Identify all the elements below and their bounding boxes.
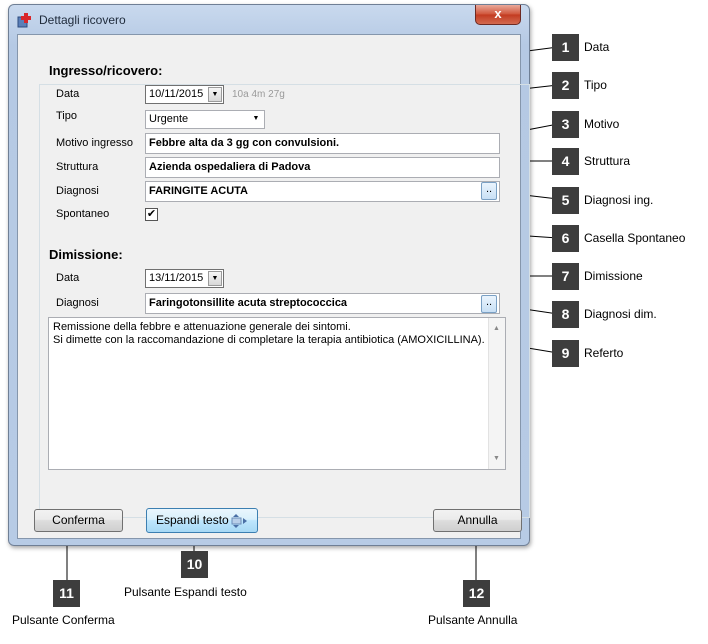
admission-reason-label: Motivo ingresso (56, 137, 134, 149)
chevron-down-icon[interactable]: ▼ (208, 271, 222, 286)
callout-label: Diagnosi dim. (584, 307, 657, 321)
callout-label: Motivo (584, 117, 620, 131)
facility-label: Struttura (56, 161, 99, 173)
cancel-button[interactable]: Annulla (433, 509, 522, 532)
facility-input[interactable]: Azienda ospedaliera di Padova (145, 157, 500, 178)
discharge-date-label: Data (56, 272, 80, 284)
callout-badge: 6 (552, 225, 579, 252)
dialog-client-area: Ingresso/ricovero: Data 10/11/2015 ▼ 10a… (17, 34, 530, 539)
close-button[interactable]: x (475, 5, 521, 25)
report-line: Remissione della febbre e attenuazione g… (53, 321, 351, 333)
admission-section-title: Ingresso/ricovero: (49, 63, 163, 78)
callout-label: Referto (584, 346, 624, 360)
admission-diagnosis-input[interactable]: FARINGITE ACUTA (145, 181, 500, 202)
discharge-section-title: Dimissione: (49, 247, 123, 262)
admission-type-value: Urgente (149, 113, 189, 125)
checkmark-icon: ✔ (146, 208, 157, 220)
discharge-diagnosis-label: Diagnosi (56, 297, 99, 309)
spontaneous-label: Spontaneo (56, 208, 110, 220)
callout-badge: 9 (552, 340, 579, 367)
discharge-diagnosis-lookup-button[interactable]: .. (481, 295, 497, 313)
callout-badge: 10 (181, 551, 208, 578)
admission-reason-input[interactable]: Febbre alta da 3 gg con convulsioni. (145, 133, 500, 154)
hospital-record-icon (17, 13, 31, 28)
callout-label: Data (584, 40, 610, 54)
callout-badge: 1 (552, 34, 579, 61)
report-line: Si dimette con la raccomandazione di com… (53, 334, 485, 346)
callout-label: Casella Spontaneo (584, 231, 686, 245)
admission-type-label: Tipo (56, 110, 77, 122)
discharge-diagnosis-input[interactable]: Faringotonsillite acuta streptococcica (145, 293, 500, 314)
callout-badge: 12 (463, 580, 490, 607)
confirm-button[interactable]: Conferma (34, 509, 123, 532)
chevron-down-icon[interactable]: ▼ (249, 112, 263, 127)
chevron-down-icon[interactable]: ▼ (208, 87, 222, 102)
callout-badge: 3 (552, 111, 579, 138)
callout-label: Dimissione (584, 269, 643, 283)
scroll-down-icon[interactable]: ▼ (493, 452, 500, 465)
callout-label: Pulsante Conferma (12, 613, 115, 627)
callout-badge: 8 (552, 301, 579, 328)
callout-label: Tipo (584, 78, 607, 92)
discharge-report-textarea[interactable]: Remissione della febbre e attenuazione g… (48, 317, 506, 470)
expand-text-label: Espandi testo (156, 513, 229, 527)
admission-age-duration: 10a 4m 27g (232, 89, 285, 100)
callout-badge: 11 (53, 580, 80, 607)
admission-date-label: Data (56, 88, 80, 100)
expand-text-button[interactable]: Espandi testo (146, 508, 258, 533)
admission-date-picker[interactable]: 10/11/2015 ▼ (145, 85, 224, 104)
admission-diagnosis-lookup-button[interactable]: .. (481, 182, 497, 200)
callout-label: Pulsante Annulla (428, 613, 518, 627)
admission-diagnosis-value: FARINGITE ACUTA (149, 185, 248, 197)
callout-badge: 7 (552, 263, 579, 290)
expand-arrows-icon (231, 514, 247, 528)
callout-badge: 2 (552, 72, 579, 99)
discharge-date-picker[interactable]: 13/11/2015 ▼ (145, 269, 224, 288)
callout-badge: 4 (552, 148, 579, 175)
callout-label: Pulsante Espandi testo (124, 585, 247, 599)
dialog-window: Dettagli ricovero x Ingresso/ricovero: D… (8, 4, 530, 546)
report-scrollbar[interactable]: ▲ ▼ (488, 318, 505, 469)
discharge-diagnosis-value: Faringotonsillite acuta streptococcica (149, 297, 348, 309)
admission-diagnosis-label: Diagnosi (56, 185, 99, 197)
callout-badge: 5 (552, 187, 579, 214)
callout-label: Struttura (584, 154, 631, 168)
discharge-date-value: 13/11/2015 (149, 272, 204, 284)
admission-type-select[interactable]: Urgente ▼ (145, 110, 265, 129)
admission-date-value: 10/11/2015 (149, 88, 204, 100)
scroll-up-icon[interactable]: ▲ (493, 322, 500, 335)
callout-label: Diagnosi ing. (584, 193, 654, 207)
window-title: Dettagli ricovero (39, 13, 126, 27)
spontaneous-checkbox[interactable]: ✔ (145, 208, 158, 221)
